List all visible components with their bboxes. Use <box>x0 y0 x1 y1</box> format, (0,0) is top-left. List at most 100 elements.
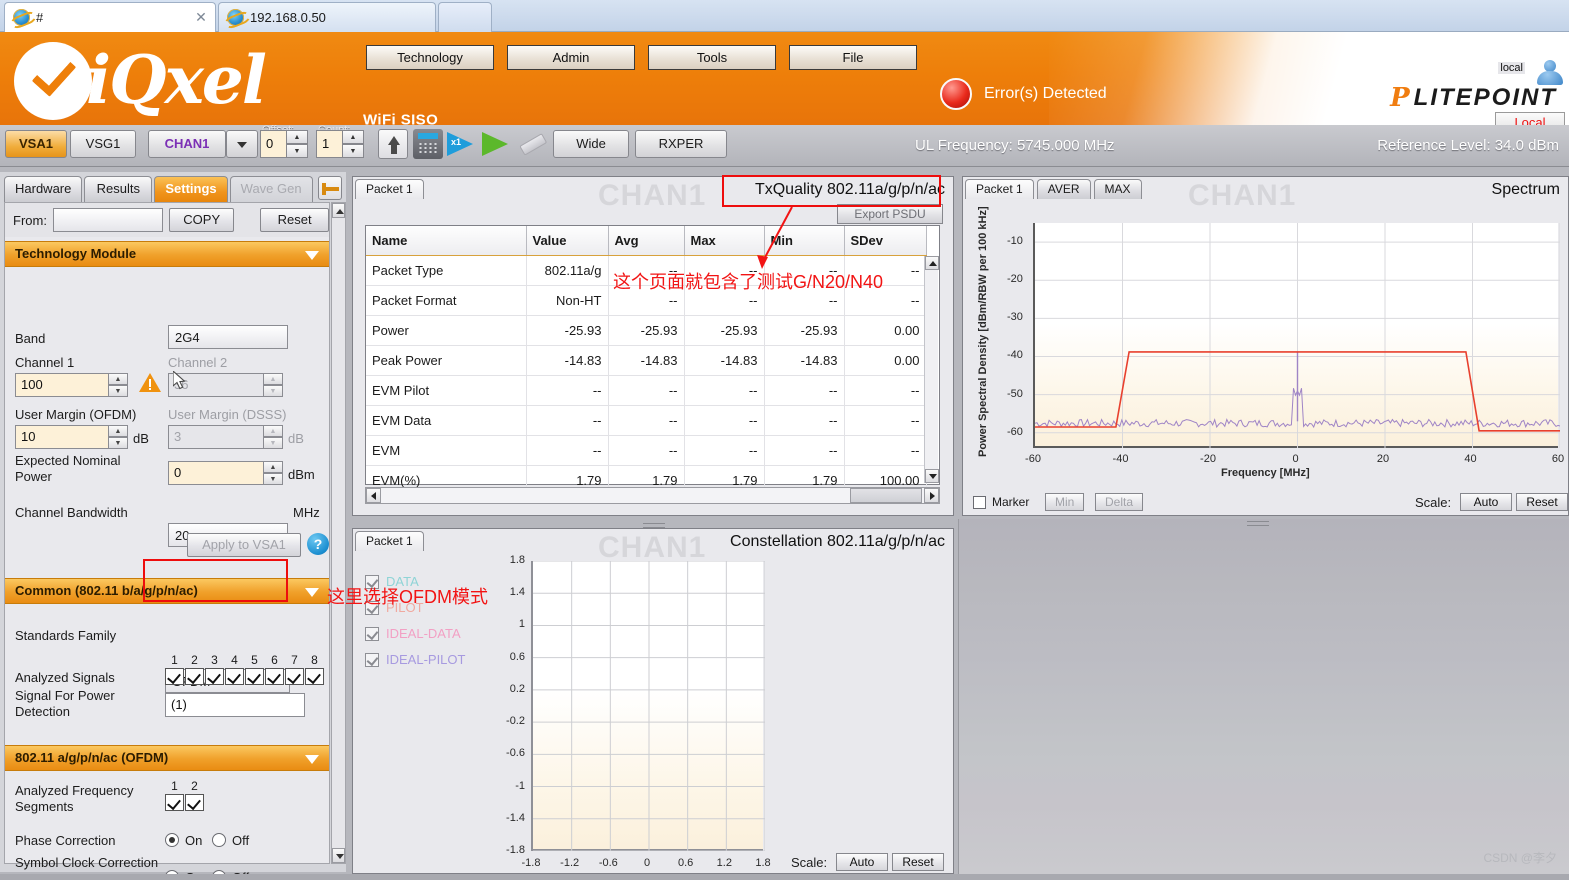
vsg1-button[interactable]: VSG1 <box>70 130 136 158</box>
menu-file-button[interactable]: File <box>789 45 917 70</box>
analyzed-signals-checkboxes[interactable] <box>165 668 324 685</box>
offset-input[interactable]: 0 <box>260 130 286 158</box>
table-row[interactable]: EVM Pilot -- -- -- -- -- <box>366 375 927 406</box>
from-label: From: <box>13 212 47 228</box>
band-combo[interactable]: 2G4 <box>168 325 288 349</box>
y-tick-label: -40 <box>1007 349 1023 362</box>
expected-nominal-power-stepper[interactable]: ▲ ▼ <box>263 461 283 485</box>
rxper-button[interactable]: RXPER <box>635 130 727 158</box>
panel-resize-grip[interactable] <box>1247 521 1269 527</box>
offset-stepper[interactable]: ▲ ▼ <box>286 130 308 158</box>
table-vertical-scrollbar[interactable] <box>924 256 939 483</box>
help-icon[interactable]: ? <box>307 533 329 555</box>
browser-tab-1[interactable]: # ✕ <box>4 2 216 32</box>
upload-icon[interactable] <box>378 129 408 159</box>
reset-button[interactable]: Reset <box>260 208 330 232</box>
count-stepper[interactable]: ▲ ▼ <box>342 130 364 158</box>
checkbox-7[interactable] <box>285 668 304 685</box>
vsa1-button[interactable]: VSA1 <box>5 130 67 158</box>
legend-item-ideal-pilot[interactable]: IDEAL-PILOT <box>365 652 465 667</box>
close-icon[interactable]: ✕ <box>194 10 208 24</box>
run-icon[interactable] <box>482 129 512 159</box>
marker-checkbox[interactable] <box>973 495 986 509</box>
constellation-auto-button[interactable]: Auto <box>836 853 888 871</box>
scroll-up-icon[interactable] <box>925 256 939 270</box>
single-capture-icon[interactable]: x1 <box>447 129 477 159</box>
spectrum-auto-button[interactable]: Auto <box>1460 493 1512 511</box>
scrollbar-thumb[interactable] <box>850 488 922 503</box>
copy-button[interactable]: COPY <box>169 208 235 232</box>
legend-checkbox[interactable] <box>365 626 379 641</box>
user-avatar-icon[interactable] <box>1535 60 1565 86</box>
table-cell-name: Peak Power <box>366 345 527 376</box>
checkbox-1[interactable] <box>165 668 184 685</box>
panel-resize-grip[interactable] <box>643 523 665 529</box>
menu-admin-button[interactable]: Admin <box>507 45 635 70</box>
frequency-segments-checkboxes[interactable] <box>165 794 204 811</box>
channel1-stepper[interactable]: ▲ ▼ <box>108 373 128 397</box>
table-cell-name: Packet Format <box>366 285 527 316</box>
constellation-tab-packet1[interactable]: Packet 1 <box>355 531 424 551</box>
phase-correction-on-radio[interactable] <box>165 833 179 847</box>
scroll-down-icon[interactable] <box>332 848 345 863</box>
phase-correction-off-radio[interactable] <box>212 833 226 847</box>
spectrum-reset-button[interactable]: Reset <box>1516 493 1568 511</box>
channel-dropdown-arrow[interactable] <box>226 130 258 158</box>
expected-nominal-power-input[interactable]: 0 <box>168 461 264 485</box>
checkbox-8[interactable] <box>305 668 324 685</box>
table-horizontal-scrollbar[interactable] <box>365 487 940 504</box>
scroll-left-icon[interactable] <box>366 488 381 503</box>
signal-for-power-detection-input[interactable]: (1) <box>165 693 305 717</box>
spectrum-min-button[interactable]: Min <box>1045 493 1085 511</box>
warning-icon <box>139 373 161 393</box>
wide-button[interactable]: Wide <box>553 130 629 158</box>
constellation-reset-button[interactable]: Reset <box>892 853 944 871</box>
count-input[interactable]: 1 <box>316 130 342 158</box>
table-row[interactable]: EVM Data -- -- -- -- -- <box>366 405 927 436</box>
channel1-input[interactable]: 100 <box>15 373 109 397</box>
checkbox-6[interactable] <box>265 668 284 685</box>
table-row[interactable]: Peak Power -14.83 -14.83 -14.83 -14.83 0.00 <box>366 345 927 376</box>
legend-checkbox[interactable] <box>365 652 379 667</box>
eraser-icon[interactable] <box>513 124 554 165</box>
checkbox-4[interactable] <box>225 668 244 685</box>
tab-settings[interactable]: Settings <box>154 176 228 202</box>
section-technology-module[interactable]: Technology Module <box>5 241 329 267</box>
litepoint-mark: P <box>1390 83 1410 113</box>
checkbox-2[interactable] <box>185 668 204 685</box>
checkbox-2[interactable] <box>185 794 204 811</box>
checkbox-3[interactable] <box>205 668 224 685</box>
user-margin-ofdm-input[interactable]: 10 <box>15 425 109 449</box>
tab-hardware[interactable]: Hardware <box>4 176 83 202</box>
from-combo[interactable] <box>52 208 164 232</box>
checkbox-5[interactable] <box>245 668 264 685</box>
litepoint-logo: P LITEPOINT <box>1390 84 1557 112</box>
table-row[interactable]: Power -25.93 -25.93 -25.93 -25.93 0.00 <box>366 315 927 346</box>
spectrum-tab-packet1[interactable]: Packet 1 <box>965 179 1034 199</box>
scroll-right-icon[interactable] <box>924 488 939 503</box>
channel-selector[interactable]: CHAN1 <box>148 130 226 158</box>
spectrum-tab-aver[interactable]: AVER <box>1036 179 1091 199</box>
pin-icon[interactable] <box>318 176 342 200</box>
new-tab-button[interactable] <box>438 2 492 32</box>
section-ofdm[interactable]: 802.11 a/g/p/n/ac (OFDM) <box>5 745 329 771</box>
phase-correction-on-label: On <box>185 833 203 848</box>
menu-technology-button[interactable]: Technology <box>366 45 494 70</box>
calculator-icon[interactable] <box>413 129 443 159</box>
local-button[interactable]: Local <box>1495 112 1565 125</box>
table-row[interactable]: EVM -- -- -- -- -- <box>366 435 927 466</box>
menu-tools-button[interactable]: Tools <box>648 45 776 70</box>
scroll-down-icon[interactable] <box>925 469 939 483</box>
sidebar-scrollbar[interactable] <box>331 202 346 864</box>
spectrum-delta-button[interactable]: Delta <box>1095 493 1144 511</box>
scroll-up-icon[interactable] <box>332 203 345 218</box>
browser-tab-2[interactable]: 192.168.0.50 <box>218 2 436 32</box>
user-margin-ofdm-stepper[interactable]: ▲ ▼ <box>108 425 128 449</box>
legend-item-ideal-data[interactable]: IDEAL-DATA <box>365 626 461 641</box>
spectrum-tab-max[interactable]: MAX <box>1093 179 1142 199</box>
export-psdu-button[interactable]: Export PSDU <box>837 204 943 224</box>
checkbox-1[interactable] <box>165 794 184 811</box>
constellation-title: Constellation 802.11a/g/p/n/ac <box>730 533 945 550</box>
tab-results[interactable]: Results <box>84 176 153 202</box>
txquality-tab-packet1[interactable]: Packet 1 <box>355 179 424 199</box>
